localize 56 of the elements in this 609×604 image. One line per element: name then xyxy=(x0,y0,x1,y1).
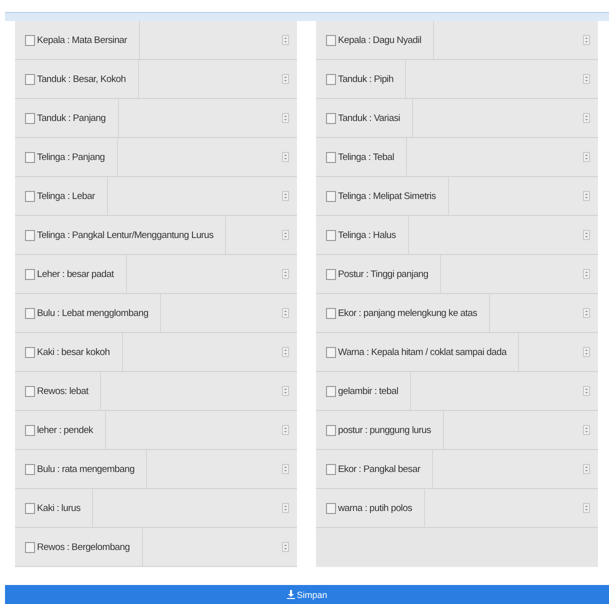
checkbox[interactable] xyxy=(326,346,336,358)
spinner-icon[interactable] xyxy=(282,386,289,396)
spinner-icon[interactable] xyxy=(583,386,590,396)
spinner-icon[interactable] xyxy=(282,230,289,240)
checkbox[interactable] xyxy=(25,152,35,162)
checkbox[interactable] xyxy=(25,424,35,436)
spinner-icon[interactable] xyxy=(282,113,289,123)
spinner-icon[interactable] xyxy=(583,113,590,123)
spinner-icon[interactable] xyxy=(583,308,590,318)
spinner-icon[interactable] xyxy=(282,425,289,435)
spinner-icon[interactable] xyxy=(583,191,590,201)
checkbox[interactable] xyxy=(326,34,336,46)
spinner-icon[interactable] xyxy=(282,503,289,513)
checkbox[interactable] xyxy=(326,308,336,318)
spinner-icon[interactable] xyxy=(282,191,289,201)
checkbox[interactable] xyxy=(25,74,35,84)
checkbox[interactable] xyxy=(25,34,35,46)
checkbox[interactable] xyxy=(326,464,336,474)
spinner-icon[interactable] xyxy=(282,464,289,474)
checkbox[interactable] xyxy=(326,230,336,240)
checkbox[interactable] xyxy=(25,542,35,552)
checkbox[interactable] xyxy=(25,112,35,124)
save-button[interactable]: Simpan xyxy=(5,585,609,604)
spinner-icon[interactable] xyxy=(583,503,590,513)
checkbox[interactable] xyxy=(25,268,35,280)
spinner-icon[interactable] xyxy=(583,464,590,474)
checkbox[interactable] xyxy=(326,502,336,514)
checkbox[interactable] xyxy=(25,308,35,318)
checkbox[interactable] xyxy=(326,74,336,84)
checkbox[interactable] xyxy=(326,268,336,280)
spinner-icon[interactable] xyxy=(583,152,590,162)
checkbox[interactable] xyxy=(326,112,336,124)
spinner-icon[interactable] xyxy=(282,152,289,162)
checkbox[interactable] xyxy=(25,464,35,474)
spinner-icon[interactable] xyxy=(282,35,289,45)
checkbox[interactable] xyxy=(326,424,336,436)
download-icon xyxy=(286,590,295,599)
checkbox[interactable] xyxy=(326,152,336,162)
spinner-icon[interactable] xyxy=(282,542,289,552)
checkbox[interactable] xyxy=(25,190,35,202)
spinner-icon[interactable] xyxy=(583,347,590,357)
checkbox[interactable] xyxy=(326,190,336,202)
spinner-icon[interactable] xyxy=(583,425,590,435)
spinner-icon[interactable] xyxy=(282,308,289,318)
spinner-icon[interactable] xyxy=(583,74,590,84)
spinner-icon[interactable] xyxy=(583,35,590,45)
spinner-icon[interactable] xyxy=(282,269,289,279)
checkbox[interactable] xyxy=(25,346,35,358)
checkbox[interactable] xyxy=(25,502,35,514)
spinner-icon[interactable] xyxy=(583,269,590,279)
checkbox[interactable] xyxy=(326,386,336,396)
spinner-icon[interactable] xyxy=(282,74,289,84)
checkbox[interactable] xyxy=(25,230,35,240)
checkbox[interactable] xyxy=(25,386,35,396)
spinner-icon[interactable] xyxy=(282,347,289,357)
spinner-icon[interactable] xyxy=(583,230,590,240)
